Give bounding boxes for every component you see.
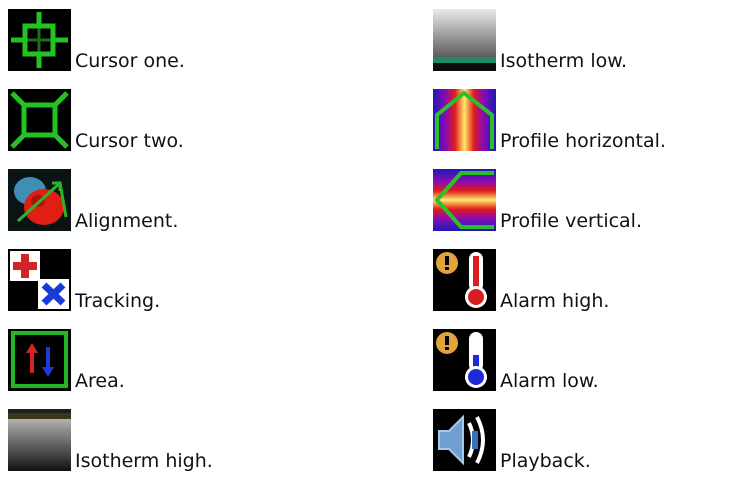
list-item-profile-horizontal: Profile horizontal. [433, 89, 666, 151]
list-item-playback: Playback. [433, 409, 666, 471]
item-label: Area. [75, 370, 125, 392]
list-item-alarm-high: Alarm high. [433, 249, 666, 311]
area-icon [8, 329, 71, 391]
list-item-cursor-two: Cursor two. [8, 89, 213, 151]
cursor-two-icon [8, 89, 71, 151]
list-item-area: Area. [8, 329, 213, 391]
alarm-high-icon [433, 249, 496, 311]
item-label: Isotherm low. [500, 50, 628, 72]
item-label: Cursor one. [75, 50, 185, 72]
item-label: Profile vertical. [500, 210, 642, 232]
list-item-isotherm-high: Isotherm high. [8, 409, 213, 471]
right-column: Isotherm low. Profile horizontal. Profil… [433, 9, 666, 489]
item-label: Isotherm high. [75, 450, 213, 472]
isotherm-low-icon [433, 9, 496, 71]
item-label: Cursor two. [75, 130, 184, 152]
item-label: Alignment. [75, 210, 179, 232]
profile-horizontal-icon [433, 89, 496, 151]
profile-vertical-icon [433, 169, 496, 231]
item-label: Alarm high. [500, 290, 610, 312]
cursor-one-icon [8, 9, 71, 71]
isotherm-high-icon [8, 409, 71, 471]
item-label: Alarm low. [500, 370, 599, 392]
item-label: Tracking. [75, 290, 161, 312]
alarm-low-icon [433, 329, 496, 391]
item-label: Profile horizontal. [500, 130, 666, 152]
list-item-isotherm-low: Isotherm low. [433, 9, 666, 71]
list-item-alarm-low: Alarm low. [433, 329, 666, 391]
tracking-icon [8, 249, 71, 311]
item-label: Playback. [500, 450, 591, 472]
list-item-tracking: Tracking. [8, 249, 213, 311]
playback-icon [433, 409, 496, 471]
left-column: Cursor one. Cursor two. Alignment. Track… [8, 9, 213, 489]
list-item-cursor-one: Cursor one. [8, 9, 213, 71]
list-item-profile-vertical: Profile vertical. [433, 169, 666, 231]
list-item-alignment: Alignment. [8, 169, 213, 231]
alignment-icon [8, 169, 71, 231]
